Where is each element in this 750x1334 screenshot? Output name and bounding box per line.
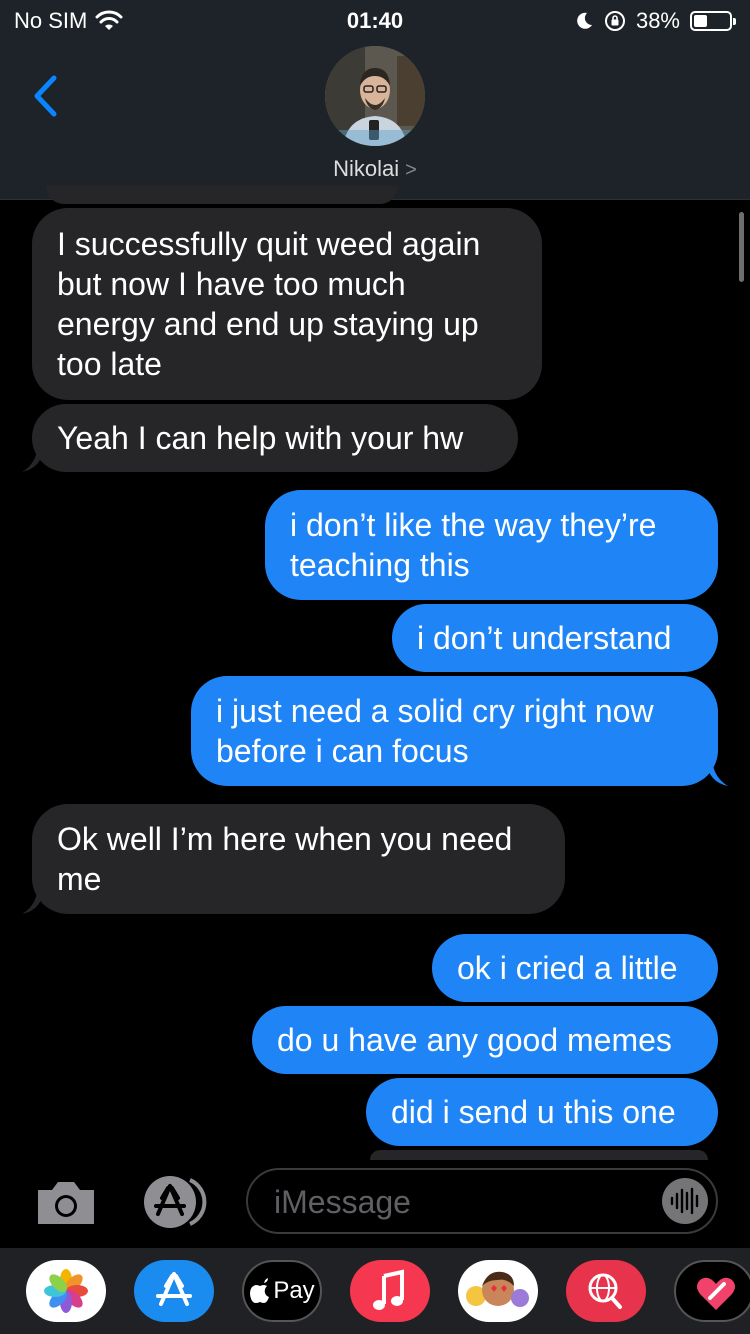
- apple-pay-app-button[interactable]: Pay: [242, 1260, 322, 1322]
- photos-icon: [44, 1269, 88, 1313]
- message-input-placeholder: iMessage: [274, 1184, 411, 1220]
- message-text: i don’t like the way they’re teaching th…: [290, 507, 657, 583]
- message-text: Ok well I’m here when you need me: [57, 821, 513, 897]
- audio-message-button[interactable]: [662, 1178, 708, 1224]
- memoji-icon: [466, 1271, 529, 1307]
- memoji-app-button[interactable]: [458, 1260, 538, 1322]
- apple-pay-label: Pay: [273, 1277, 315, 1304]
- contact-name: Nikolai: [333, 156, 400, 181]
- bubble-tail: [22, 888, 44, 914]
- message-text: I successfully quit weed again but now I…: [57, 226, 481, 382]
- music-app-button[interactable]: [350, 1260, 430, 1322]
- previous-bubble-edge: [46, 186, 398, 204]
- message-text: ok i cried a little: [457, 950, 678, 986]
- message-text: i just need a solid cry right now before…: [216, 693, 654, 769]
- orientation-lock-icon: [604, 11, 625, 31]
- message-text: Yeah I can help with your hw: [57, 420, 464, 456]
- battery-icon: [690, 11, 736, 31]
- digital-touch-app-button[interactable]: [674, 1260, 750, 1322]
- battery-percent: 38%: [635, 8, 680, 33]
- message-bubble-outgoing[interactable]: i don’t understand: [392, 604, 718, 672]
- message-text: i don’t understand: [417, 620, 672, 656]
- message-input[interactable]: iMessage: [246, 1168, 718, 1234]
- conversation-header: No SIM 01:40 38% Nikolai >: [0, 0, 750, 200]
- next-bubble-edge: [370, 1150, 708, 1160]
- message-bubble-incoming[interactable]: Ok well I’m here when you need me: [22, 804, 565, 914]
- photos-app-button[interactable]: [26, 1260, 106, 1322]
- message-bubble-outgoing[interactable]: i don’t like the way they’re teaching th…: [265, 490, 718, 600]
- heart-icon: [697, 1277, 735, 1310]
- waveform-icon: [670, 1187, 699, 1215]
- status-bar: No SIM 01:40 38%: [0, 6, 750, 36]
- app-drawer: Pay: [0, 1248, 750, 1334]
- message-bubble-outgoing[interactable]: did i send u this one: [366, 1078, 718, 1146]
- message-bubble-outgoing[interactable]: do u have any good memes: [252, 1006, 718, 1074]
- message-text: did i send u this one: [391, 1094, 676, 1130]
- contact-avatar[interactable]: [325, 46, 425, 146]
- message-bubble-incoming[interactable]: I successfully quit weed again but now I…: [32, 208, 542, 400]
- message-bubble-outgoing[interactable]: ok i cried a little: [432, 934, 718, 1002]
- app-store-toggle-icon[interactable]: [140, 1174, 212, 1230]
- moon-icon: [577, 12, 592, 29]
- app-store-app-button[interactable]: [134, 1260, 214, 1322]
- message-bubble-incoming[interactable]: Yeah I can help with your hw: [22, 404, 518, 472]
- globe-search-icon: [588, 1273, 622, 1309]
- message-bubble-outgoing[interactable]: i just need a solid cry right now before…: [191, 676, 728, 786]
- apple-logo-icon: [250, 1278, 270, 1303]
- camera-icon[interactable]: [34, 1178, 98, 1226]
- app-store-icon: [156, 1272, 192, 1306]
- avatar-photo: [325, 46, 425, 146]
- bubble-tail: [706, 760, 728, 786]
- scroll-indicator[interactable]: [739, 212, 744, 282]
- bubble-tail: [22, 446, 44, 472]
- contact-name-button[interactable]: Nikolai >: [0, 156, 750, 182]
- music-note-icon: [373, 1269, 404, 1310]
- web-search-app-button[interactable]: [566, 1260, 646, 1322]
- back-chevron-icon[interactable]: [30, 72, 60, 120]
- chevron-right-icon: >: [405, 159, 417, 181]
- message-text: do u have any good memes: [277, 1022, 672, 1058]
